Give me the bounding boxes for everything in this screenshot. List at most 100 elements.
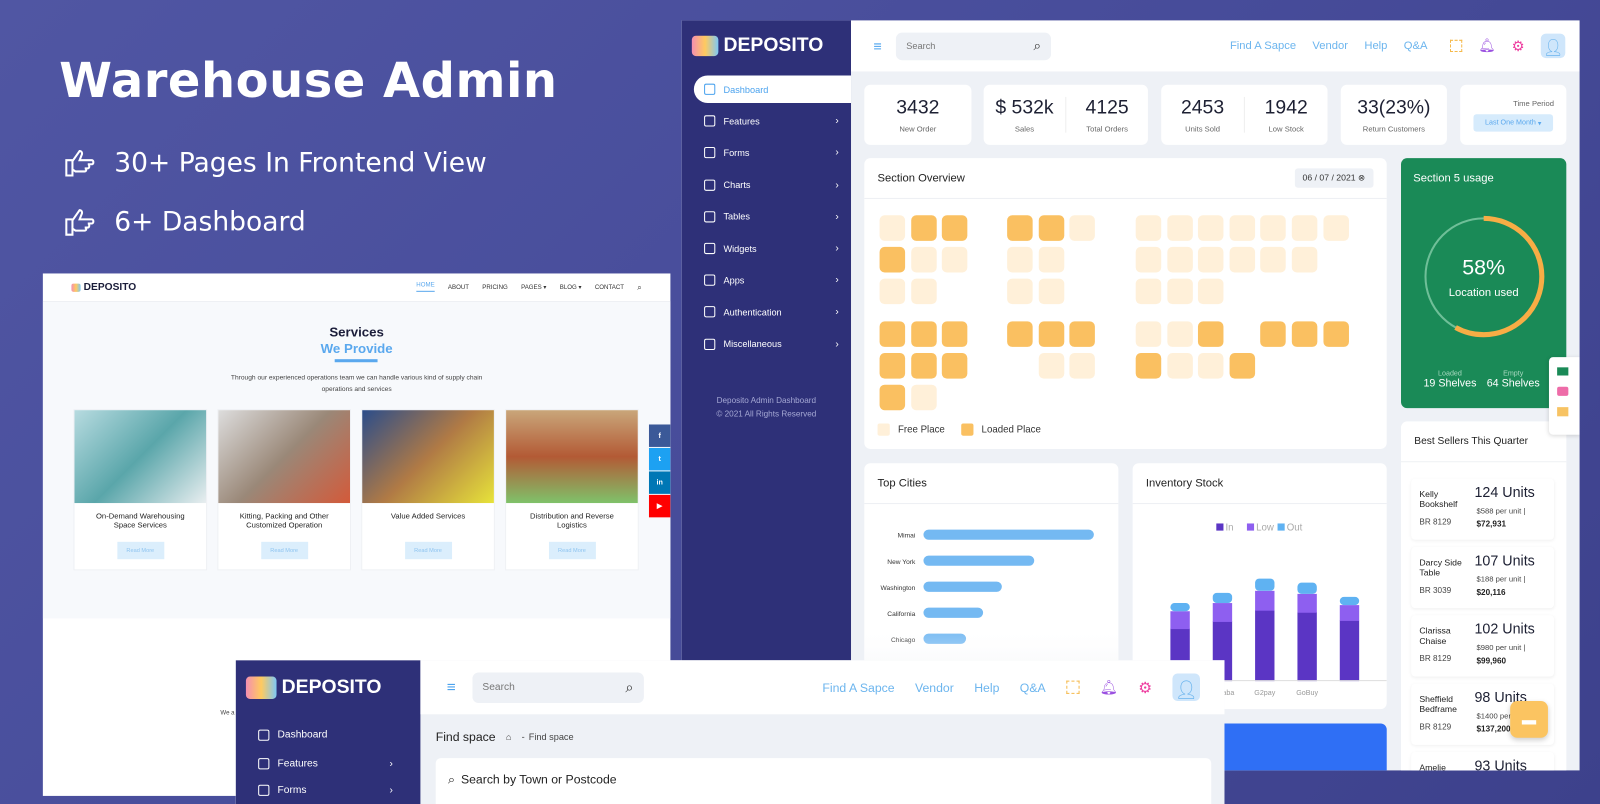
avatar[interactable]: 👤︎ [1540, 33, 1566, 59]
shelf-loaded[interactable] [879, 384, 906, 411]
stock-bar-out[interactable] [1255, 578, 1275, 591]
shelf-free[interactable] [1135, 215, 1162, 241]
shelf-free[interactable] [879, 215, 906, 241]
shelf-free[interactable] [1198, 215, 1224, 241]
sidebar-item-tables[interactable]: Tables › [694, 203, 851, 231]
shelf-free[interactable] [1166, 353, 1193, 379]
shelf-loaded[interactable] [879, 353, 906, 379]
linkedin-icon[interactable]: in [648, 471, 671, 494]
stock-bar-out[interactable] [1339, 596, 1360, 606]
shelf-loaded[interactable] [1007, 321, 1033, 347]
shelf-free[interactable] [1135, 246, 1162, 273]
city-bar[interactable] [923, 555, 1035, 566]
nav-home[interactable]: HOME [416, 283, 435, 292]
youtube-icon[interactable]: ▶ [648, 494, 671, 518]
shelf-loaded[interactable] [910, 353, 937, 379]
bell-icon[interactable]: 🔔︎ [1478, 38, 1495, 54]
sidebar-item-charts[interactable]: Charts › [694, 171, 851, 199]
shelf-free[interactable] [942, 246, 968, 273]
shelf-loaded[interactable] [1007, 215, 1033, 241]
image-icon[interactable] [1557, 386, 1569, 396]
city-bar[interactable] [923, 581, 1002, 592]
shelf-free[interactable] [1038, 353, 1064, 379]
link-find-space[interactable]: Find A Sapce [822, 680, 894, 694]
shelf-free[interactable] [1166, 321, 1193, 347]
shelf-loaded[interactable] [910, 215, 937, 241]
time-period-select[interactable]: Last One Month ▾ [1473, 114, 1554, 132]
brand-logo[interactable]: DEPOSITO [245, 676, 381, 699]
stock-bar-low[interactable] [1170, 611, 1190, 630]
nav-contact[interactable]: CONTACT [595, 284, 624, 290]
link-vendor[interactable]: Vendor [915, 680, 954, 694]
shelf-free[interactable] [1166, 246, 1193, 273]
sidebar-item-widgets[interactable]: Widgets › [694, 235, 851, 263]
link-help[interactable]: Help [1364, 40, 1387, 52]
gear-icon[interactable]: ⚙ [1138, 678, 1152, 696]
shelf-free[interactable] [1323, 215, 1349, 241]
sidebar-item-miscellaneous[interactable]: Miscellaneous › [694, 330, 851, 358]
stock-bar-in[interactable] [1255, 610, 1275, 682]
shelf-loaded[interactable] [910, 321, 937, 347]
sidebar-item-authentication[interactable]: Authentication › [694, 298, 851, 326]
menu-icon[interactable]: ≡ [447, 679, 456, 696]
gear-icon[interactable]: ⚙ [1512, 37, 1525, 54]
shelf-free[interactable] [1229, 246, 1255, 273]
shelf-loaded[interactable] [1229, 353, 1255, 379]
shelf-loaded[interactable] [879, 321, 906, 347]
shelf-free[interactable] [1007, 278, 1033, 305]
stock-bar-out[interactable] [1212, 592, 1233, 604]
sidebar-item-dashboard[interactable]: Dashboard [248, 723, 405, 745]
shelf-free[interactable] [1291, 246, 1318, 273]
twitter-icon[interactable]: t [648, 447, 671, 471]
shelf-loaded[interactable] [942, 353, 968, 379]
sidebar-item-dashboard[interactable]: Dashboard [693, 75, 852, 104]
shelf-free[interactable] [1135, 321, 1162, 347]
shelf-free[interactable] [910, 246, 937, 273]
shelf-free[interactable] [1007, 246, 1033, 273]
shelf-free[interactable] [910, 384, 937, 411]
shelf-free[interactable] [879, 278, 906, 305]
shelf-free[interactable] [1135, 278, 1162, 305]
stock-bar-low[interactable] [1212, 603, 1233, 622]
link-find-space[interactable]: Find A Sapce [1230, 40, 1296, 52]
shelf-free[interactable] [1260, 215, 1287, 241]
sidebar-item-features[interactable]: Features › [248, 752, 405, 774]
fullscreen-icon[interactable] [1449, 39, 1463, 53]
shelf-loaded[interactable] [1323, 321, 1349, 347]
shelf-loaded[interactable] [942, 215, 968, 241]
brand-logo[interactable]: DEPOSITO [691, 35, 823, 57]
stock-bar-out[interactable] [1297, 582, 1317, 594]
nav-pricing[interactable]: PRICING [482, 284, 508, 290]
link-qa[interactable]: Q&A [1020, 680, 1046, 694]
date-picker[interactable]: 06 / 07 / 2021 ⊗ [1294, 168, 1374, 188]
city-bar[interactable] [923, 607, 984, 618]
stock-bar-in[interactable] [1339, 620, 1360, 682]
best-seller-item[interactable]: Darcy Side Table BR 3039 107 Units $188 … [1411, 546, 1555, 609]
fullscreen-icon[interactable] [1066, 680, 1080, 694]
facebook-icon[interactable]: f [648, 424, 671, 447]
best-seller-item[interactable]: Clarissa Chaise BR 8129 102 Units $980 p… [1411, 615, 1555, 677]
shelf-loaded[interactable] [1038, 321, 1064, 347]
nav-about[interactable]: ABOUT [448, 284, 469, 290]
shelf-free[interactable] [1069, 353, 1096, 379]
shelf-loaded[interactable] [1038, 215, 1064, 241]
stock-bar-low[interactable] [1255, 590, 1275, 611]
best-seller-item[interactable]: Kelly Bookshelf BR 8129 124 Units $588 p… [1411, 478, 1555, 540]
stock-bar-low[interactable] [1339, 605, 1360, 621]
avatar[interactable]: 👤︎ [1172, 673, 1200, 702]
link-help[interactable]: Help [974, 680, 999, 694]
shelf-free[interactable] [1069, 215, 1096, 241]
shelf-loaded[interactable] [1198, 321, 1224, 347]
stock-bar-out[interactable] [1170, 603, 1190, 612]
shelf-loaded[interactable] [1291, 321, 1318, 347]
shelf-free[interactable] [1260, 246, 1287, 273]
shelf-free[interactable] [1038, 246, 1064, 273]
read-more-button[interactable]: Read More [116, 541, 164, 560]
frontend-logo[interactable]: DEPOSITO [71, 282, 136, 293]
sidebar-item-features[interactable]: Features › [694, 107, 851, 135]
shelf-loaded[interactable] [1135, 353, 1162, 379]
link-vendor[interactable]: Vendor [1312, 40, 1348, 52]
shelf-free[interactable] [1198, 353, 1224, 379]
sidebar-item-forms[interactable]: Forms › [248, 779, 405, 801]
shelf-loaded[interactable] [1069, 321, 1096, 347]
